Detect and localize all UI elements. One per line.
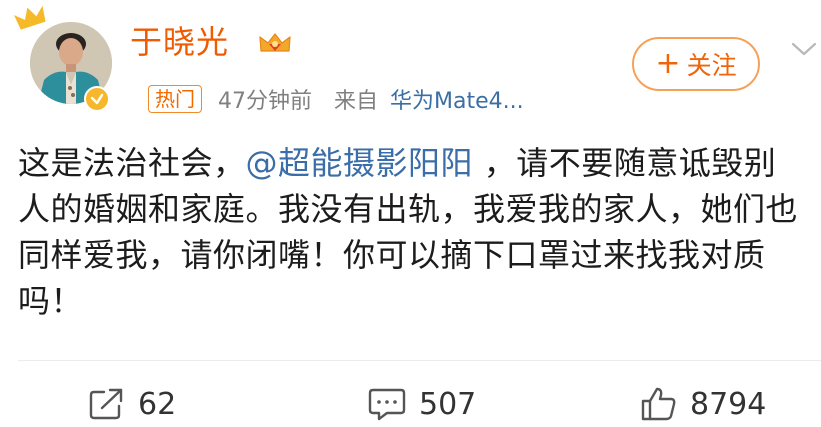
post-time: 47分钟前 (218, 89, 312, 114)
like-count: 8794 (690, 386, 767, 422)
comment-count: 507 (419, 386, 477, 422)
comment-button[interactable]: 507 (367, 384, 476, 424)
vip-crown-icon[interactable] (258, 31, 292, 55)
like-button[interactable]: 8794 (640, 384, 766, 424)
chevron-down-icon[interactable] (790, 40, 818, 58)
share-icon (89, 388, 123, 420)
username[interactable]: 于晓光 (130, 22, 229, 62)
source-prefix: 来自 (334, 89, 379, 114)
follow-button[interactable]: + 关注 (632, 37, 760, 91)
share-button[interactable]: 62 (88, 384, 176, 424)
post-meta: 热门 47分钟前 来自 华为Mate4... (148, 84, 524, 114)
crown-decoration-icon (14, 5, 46, 30)
comment-icon (368, 388, 406, 421)
mention-link[interactable]: @超能摄影阳阳 (246, 144, 474, 182)
follow-label: 关注 (686, 51, 737, 80)
device-link[interactable]: 华为Mate4... (390, 83, 524, 115)
plus-icon: + (655, 46, 681, 81)
share-count: 62 (138, 386, 177, 422)
like-icon (641, 387, 676, 421)
post-text: 这是法治社会，@超能摄影阳阳 ，请不要随意诋毁别人的婚姻和家庭。我没有出轨，我爱… (18, 140, 808, 324)
weibo-post: 于晓光 热门 47分钟前 来自 华为Mate4... + 关注 这是法治社会，@… (0, 0, 821, 427)
verified-icon (84, 86, 110, 112)
hot-badge: 热门 (148, 85, 202, 113)
post-text-before: 这是法治社会， (18, 144, 246, 182)
divider (18, 360, 821, 361)
